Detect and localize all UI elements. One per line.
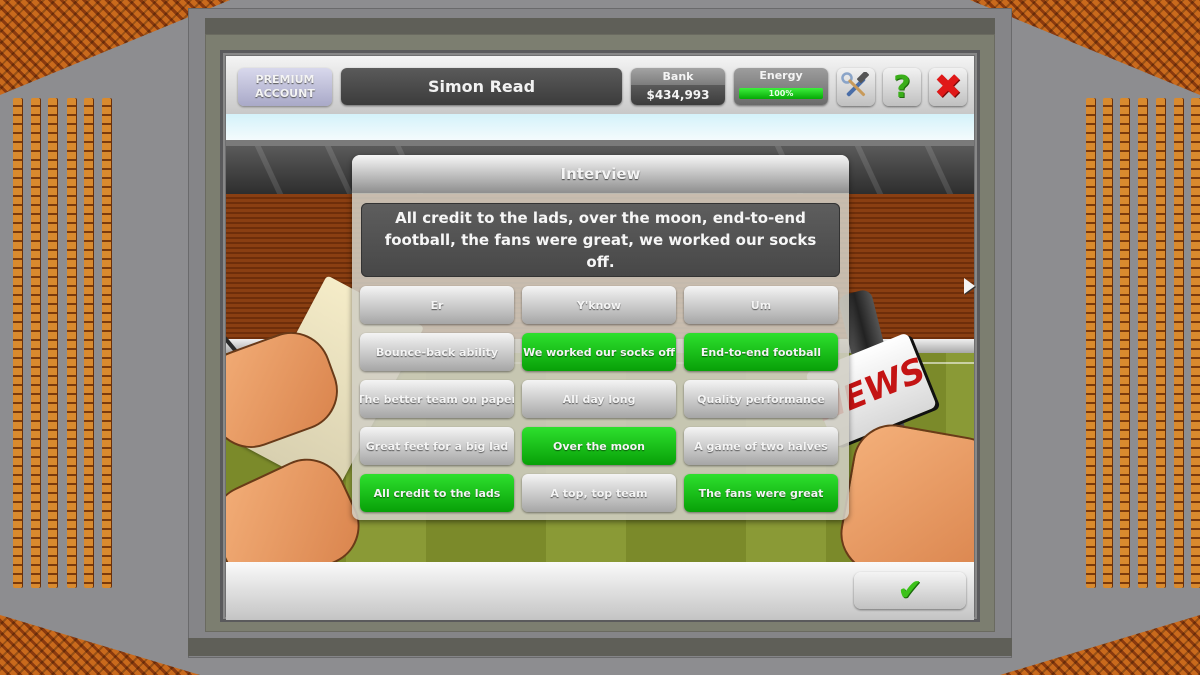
phrase-option-button[interactable]: Um bbox=[684, 286, 838, 324]
confirm-button[interactable]: ✔ bbox=[854, 572, 966, 609]
stadium-seat-column bbox=[67, 98, 76, 588]
stadium-seat-column bbox=[1174, 98, 1183, 588]
stadium-seat-column bbox=[48, 98, 57, 588]
phrase-option-button[interactable]: Bounce-back ability bbox=[360, 333, 514, 371]
stadium-seat-column bbox=[102, 98, 111, 588]
screen-frame-band bbox=[205, 18, 995, 34]
stadium-seat-column bbox=[1191, 98, 1200, 588]
help-button[interactable]: ? bbox=[883, 68, 921, 106]
phrase-option-button[interactable]: Y'know bbox=[522, 286, 676, 324]
phrase-option-button[interactable]: A top, top team bbox=[522, 474, 676, 512]
energy-value: 100% bbox=[768, 89, 794, 98]
top-bar: PREMIUM ACCOUNT Simon Read Bank $434,993… bbox=[226, 56, 974, 114]
stadium-seat-column bbox=[1086, 98, 1095, 588]
phrase-option-button[interactable]: All credit to the lads bbox=[360, 474, 514, 512]
phrase-option-button[interactable]: Over the moon bbox=[522, 427, 676, 465]
phrase-option-button[interactable]: Er bbox=[360, 286, 514, 324]
phrase-option-button[interactable]: The better team on paper bbox=[360, 380, 514, 418]
stadium-seat-column bbox=[13, 98, 22, 588]
close-button[interactable]: ✖ bbox=[929, 68, 967, 106]
energy-label: Energy bbox=[759, 69, 803, 82]
phrase-option-button[interactable]: All day long bbox=[522, 380, 676, 418]
manager-name: Simon Read bbox=[341, 68, 622, 105]
stadium-seat-column bbox=[1138, 98, 1147, 588]
bottom-bar: ✔ bbox=[226, 562, 974, 620]
phrase-option-button[interactable]: End-to-end football bbox=[684, 333, 838, 371]
bank-panel: Bank $434,993 bbox=[631, 68, 725, 105]
stadium-seat-column bbox=[1120, 98, 1129, 588]
tools-button[interactable] bbox=[837, 68, 875, 106]
bank-balance: $434,993 bbox=[631, 85, 725, 105]
stadium-seats-bottom-left bbox=[0, 615, 200, 675]
help-icon: ? bbox=[893, 69, 911, 105]
interview-dialog: Interview All credit to the lads, over t… bbox=[352, 155, 849, 520]
phrase-option-button[interactable]: A game of two halves bbox=[684, 427, 838, 465]
premium-account-button[interactable]: PREMIUM ACCOUNT bbox=[238, 68, 332, 106]
stadium-seat-column bbox=[84, 98, 93, 588]
mouse-cursor-icon bbox=[964, 278, 975, 294]
stadium-seat-column bbox=[1103, 98, 1112, 588]
sky-strip bbox=[226, 114, 974, 140]
close-icon: ✖ bbox=[933, 67, 963, 107]
tools-icon bbox=[841, 72, 869, 97]
phrase-option-button[interactable]: Quality performance bbox=[684, 380, 838, 418]
phrase-option-button[interactable]: Great feet for a big lad bbox=[360, 427, 514, 465]
energy-bar: 100% bbox=[739, 88, 823, 99]
stadium-seats-bottom-right bbox=[1000, 615, 1200, 675]
phrase-options-grid: Er Y'know Um Bounce-back ability We worked o… bbox=[360, 286, 840, 512]
bank-label: Bank bbox=[631, 68, 725, 85]
screen-frame-band-bottom bbox=[188, 638, 1012, 656]
interview-quote: All credit to the lads, over the moon, e… bbox=[361, 203, 840, 277]
stadium-seat-column bbox=[1156, 98, 1165, 588]
checkmark-icon: ✔ bbox=[897, 572, 923, 608]
energy-panel: Energy 100% bbox=[734, 68, 828, 105]
stadium-seat-column bbox=[31, 98, 40, 588]
dialog-title: Interview bbox=[352, 155, 849, 193]
phrase-option-button[interactable]: We worked our socks off bbox=[522, 333, 676, 371]
phrase-option-button[interactable]: The fans were great bbox=[684, 474, 838, 512]
